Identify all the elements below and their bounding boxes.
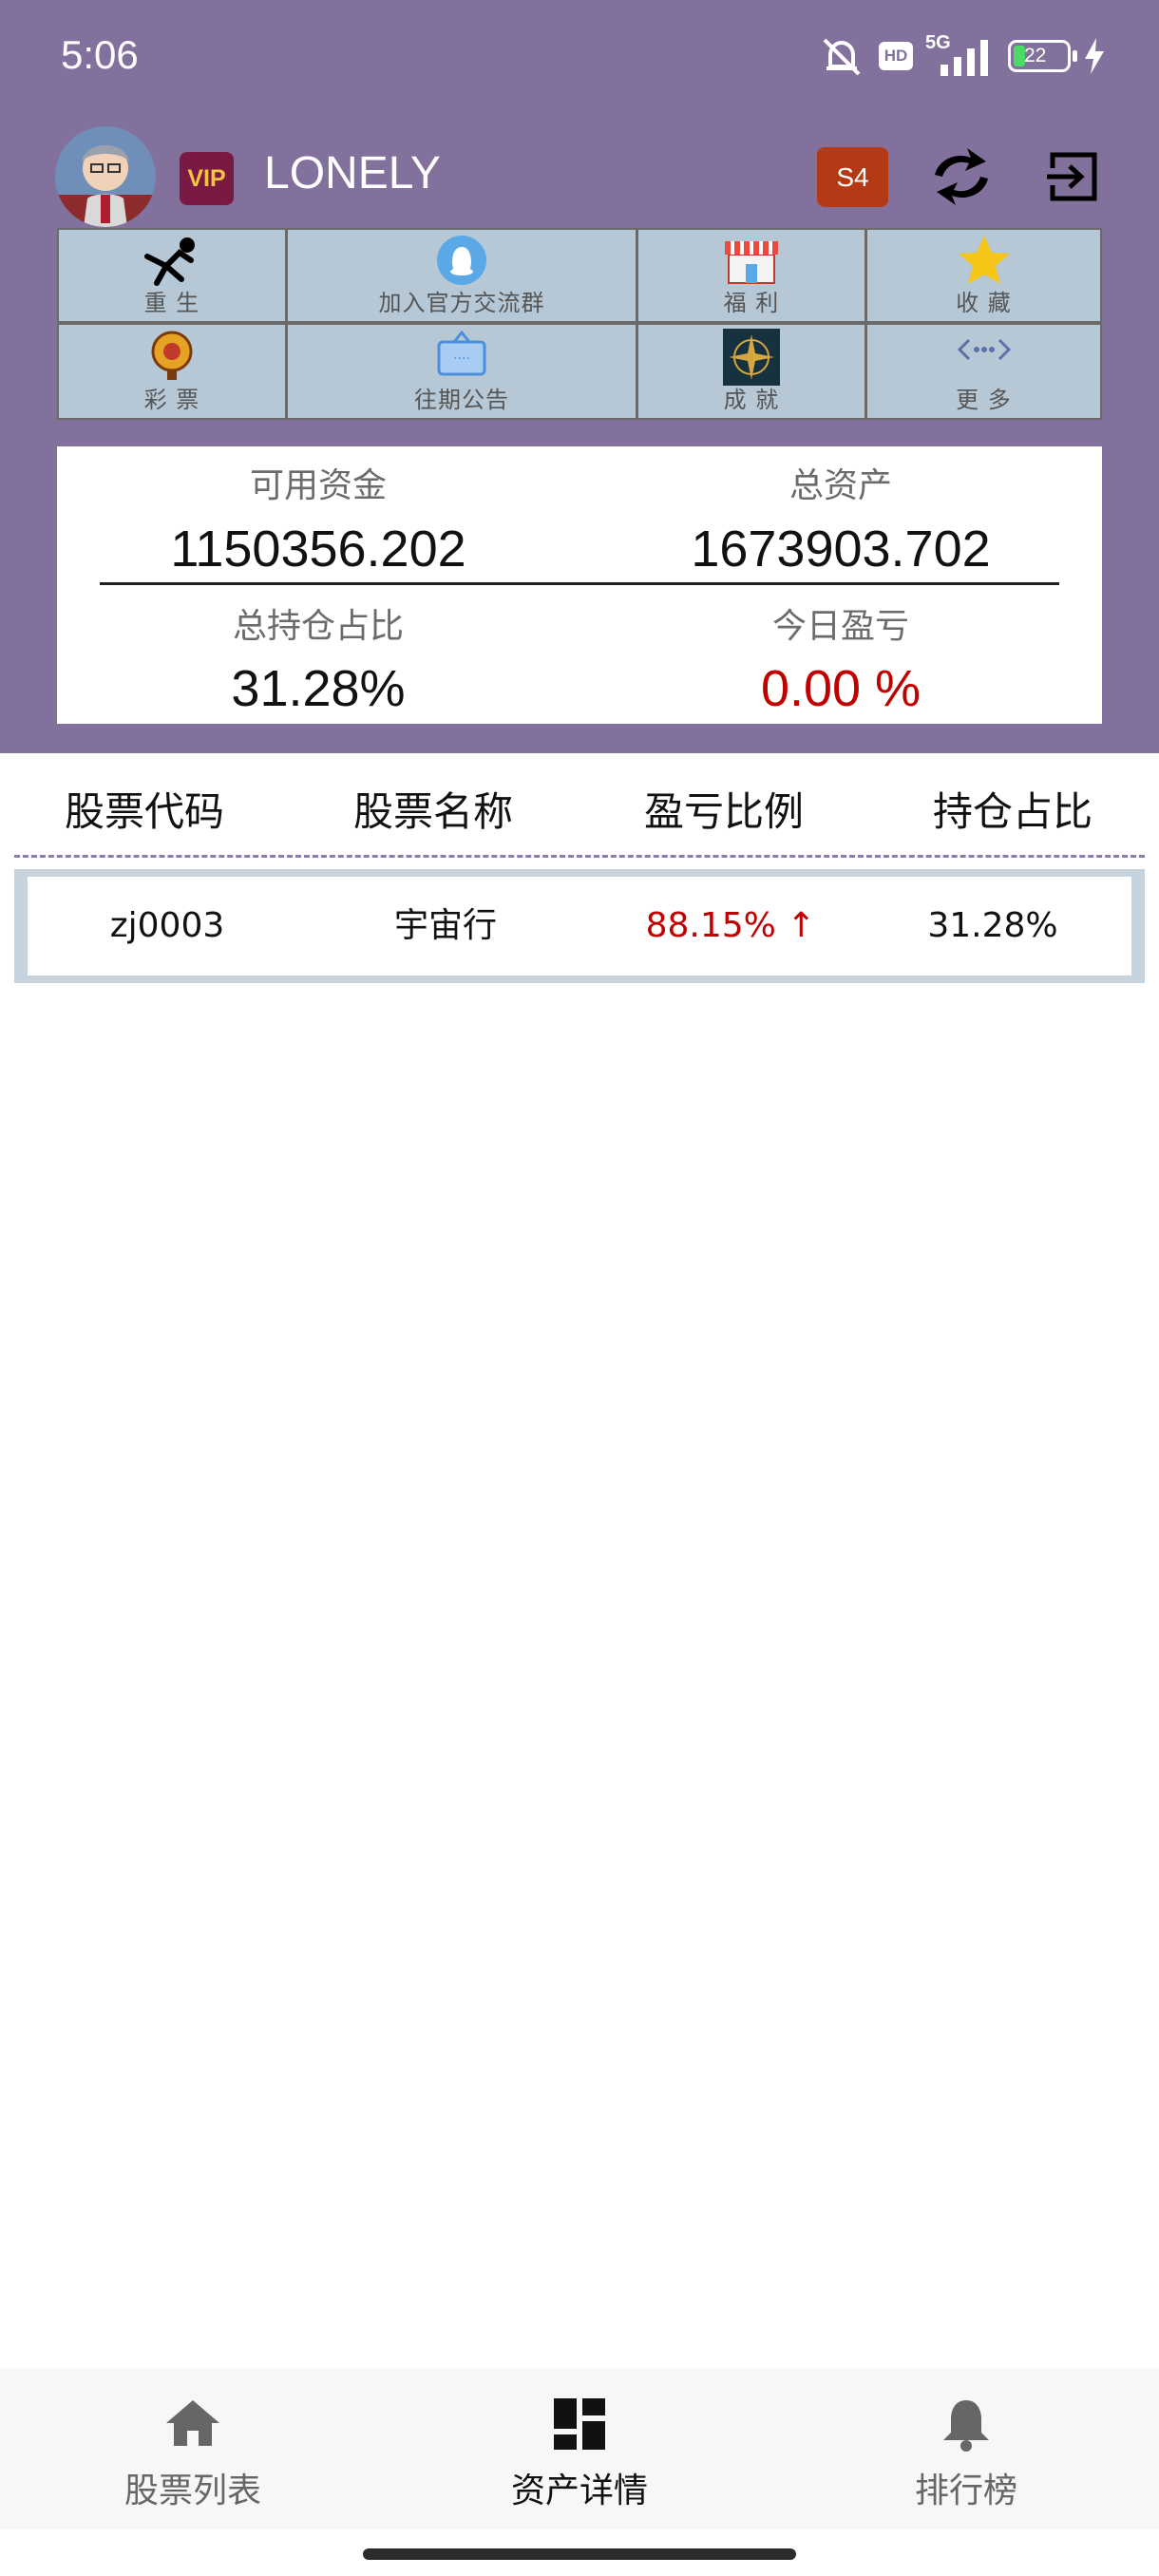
nav-leaderboard[interactable]: 排行榜 — [773, 2368, 1159, 2529]
menu-item-label: 成 就 — [723, 387, 780, 413]
app-header: 5:06 HD 5G 22 VIP LONELY S4 重 生 加入官方交流群 … — [0, 0, 1159, 753]
season-badge[interactable]: S4 — [817, 147, 888, 207]
refresh-arrows-icon — [935, 148, 988, 205]
menu-item-past-announcements[interactable]: ···· 往期公告 — [288, 325, 636, 418]
vip-badge: VIP — [180, 152, 234, 205]
available-funds-value: 1150356.202 — [170, 521, 466, 578]
notice-board-icon: ···· — [437, 330, 486, 376]
menu-item-label: 彩 票 — [143, 387, 200, 413]
username: LONELY — [264, 148, 441, 199]
menu-item-join-group[interactable]: 加入官方交流群 — [288, 230, 636, 321]
nav-label: 股票列表 — [124, 2472, 261, 2510]
column-header-pnl[interactable]: 盈亏比例 — [610, 780, 838, 838]
column-header-position[interactable]: 持仓占比 — [899, 780, 1127, 838]
asset-summary-card: 可用资金 1150356.202 总资产 1673903.702 总持仓占比 3… — [57, 446, 1102, 724]
status-time: 5:06 — [61, 32, 139, 77]
menu-item-lottery[interactable]: 彩 票 — [59, 325, 285, 418]
position-ratio-label: 总持仓占比 — [232, 607, 404, 646]
home-indicator[interactable] — [363, 2548, 796, 2560]
charging-bolt-icon — [1085, 38, 1104, 74]
today-pnl-label: 今日盈亏 — [771, 607, 909, 646]
cell-stock-name: 宇宙行 — [393, 906, 497, 945]
signal-bars-icon — [940, 40, 988, 76]
mute-bell-icon — [823, 38, 861, 76]
total-assets-value: 1673903.702 — [691, 521, 991, 578]
bell-icon — [943, 2400, 989, 2452]
menu-item-more[interactable]: 更 多 — [867, 325, 1100, 418]
svg-text:····: ···· — [453, 351, 470, 367]
menu-item-label: 更 多 — [956, 387, 1012, 413]
today-pnl-value: 0.00 % — [760, 660, 922, 717]
holdings-table-header: 股票代码 股票名称 盈亏比例 持仓占比 — [0, 753, 1159, 858]
refresh-button[interactable] — [923, 142, 999, 211]
cell-stock-code: zj0003 — [109, 906, 225, 945]
battery-icon: 22 — [1008, 40, 1077, 72]
table-row-content: zj0003 宇宙行 88.15% ↑ 31.28% — [28, 877, 1131, 975]
cell-position-ratio: 31.28% — [927, 906, 1058, 945]
more-dots-icon — [957, 338, 1011, 361]
menu-item-label: 加入官方交流群 — [378, 290, 545, 316]
cell-pnl-ratio: 88.15% ↑ — [645, 906, 816, 945]
table-row[interactable]: zj0003 宇宙行 88.15% ↑ 31.28% — [14, 869, 1145, 983]
menu-item-achievements[interactable]: 成 就 — [638, 325, 864, 418]
menu-item-label: 往期公告 — [414, 387, 509, 413]
falling-person-icon — [144, 237, 195, 286]
star-icon — [958, 236, 1010, 284]
exit-icon — [1047, 152, 1097, 201]
menu-item-welfare[interactable]: 福 利 — [638, 230, 864, 321]
shop-icon — [725, 241, 778, 284]
table-header-divider — [14, 855, 1145, 858]
menu-item-label: 收 藏 — [956, 290, 1012, 316]
achievement-compass-icon — [723, 329, 780, 386]
menu-item-label: 重 生 — [143, 290, 200, 316]
column-header-code[interactable]: 股票代码 — [30, 780, 258, 838]
avatar[interactable] — [55, 126, 156, 227]
menu-item-rebirth[interactable]: 重 生 — [59, 230, 285, 321]
stats-divider — [100, 582, 1059, 585]
menu-item-label: 福 利 — [723, 290, 780, 316]
available-funds-label: 可用资金 — [249, 466, 387, 505]
menu-item-favorites[interactable]: 收 藏 — [867, 230, 1100, 321]
lottery-wheel-icon — [151, 331, 193, 380]
column-header-name[interactable]: 股票名称 — [319, 780, 547, 838]
nav-label: 排行榜 — [914, 2472, 1017, 2510]
qq-penguin-icon — [437, 236, 486, 285]
nav-stock-list[interactable]: 股票列表 — [0, 2368, 386, 2529]
status-bar: 5:06 HD 5G 22 — [0, 0, 1159, 114]
bottom-navigation: 股票列表 资产详情 排行榜 — [0, 2368, 1159, 2529]
home-icon — [166, 2400, 219, 2446]
feature-menu-grid: 重 生 加入官方交流群 福 利 收 藏 彩 票 ···· 往期公告 成 就 更 … — [57, 228, 1102, 420]
hd-icon: HD — [879, 42, 913, 70]
avatar-image — [55, 126, 156, 227]
position-ratio-value: 31.28% — [231, 660, 406, 717]
battery-level: 22 — [1024, 45, 1047, 66]
nav-label: 资产详情 — [510, 2472, 648, 2510]
logout-button[interactable] — [1043, 147, 1102, 206]
nav-asset-details[interactable]: 资产详情 — [387, 2368, 772, 2529]
total-assets-label: 总资产 — [788, 466, 892, 505]
dashboard-icon — [554, 2398, 605, 2450]
